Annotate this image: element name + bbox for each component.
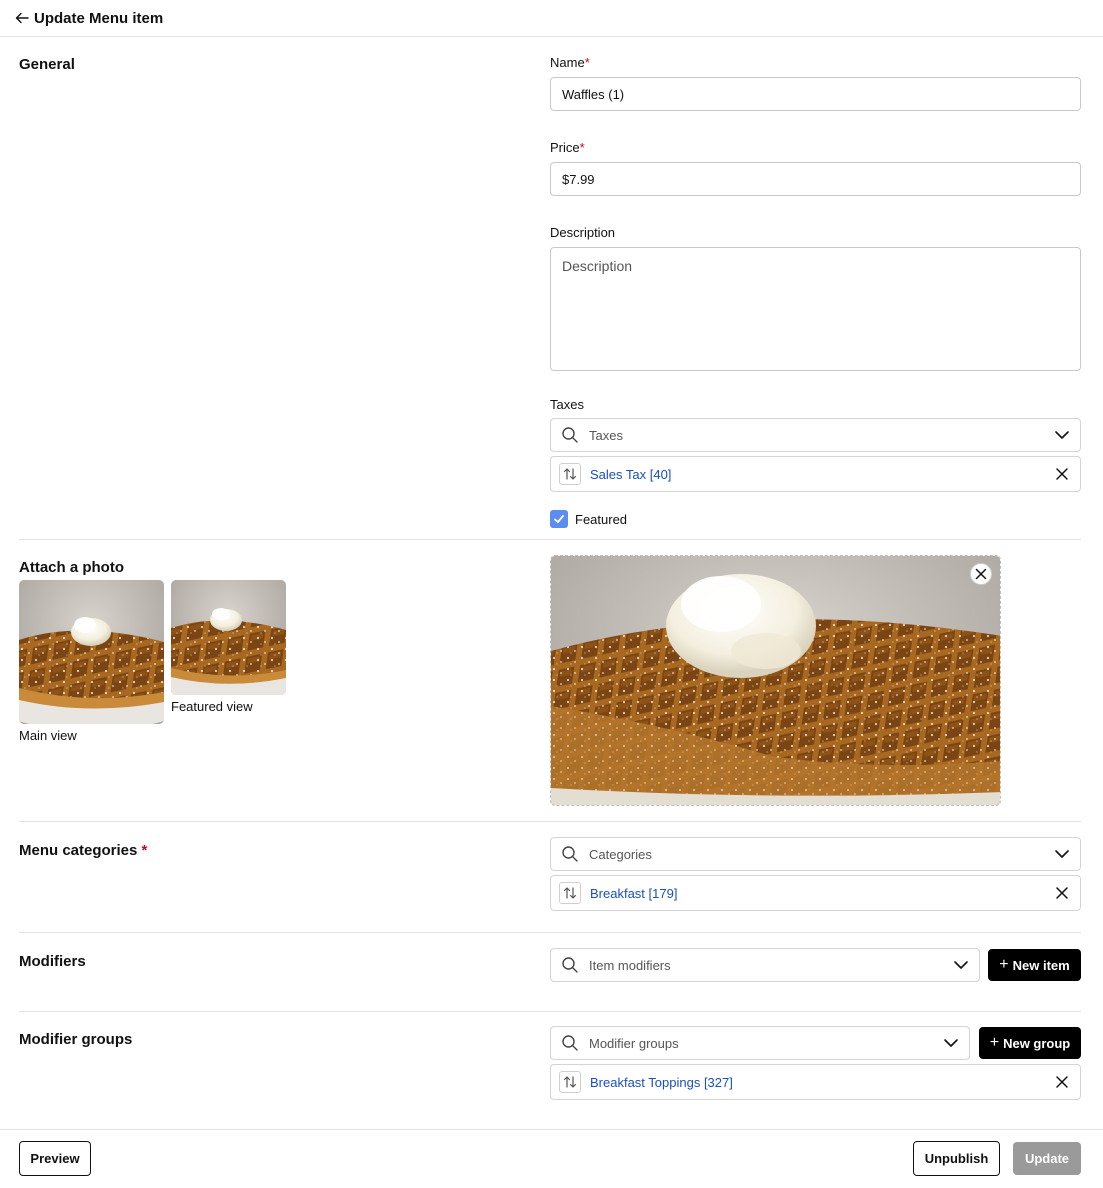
selected-modifier-group-label[interactable]: Breakfast Toppings [327] (590, 1075, 1055, 1090)
new-group-button[interactable]: + New group (979, 1027, 1081, 1059)
featured-view-caption: Featured view (171, 699, 253, 714)
section-divider (19, 1011, 1081, 1012)
remove-photo-button[interactable] (970, 563, 992, 585)
plus-icon: + (989, 1034, 1000, 1051)
selected-modifier-group-row: Breakfast Toppings [327] (550, 1064, 1081, 1100)
close-icon[interactable] (1055, 1075, 1069, 1089)
description-textarea[interactable] (550, 247, 1081, 371)
menu-categories-title: Menu categories * (19, 842, 148, 859)
selected-category-label[interactable]: Breakfast [179] (590, 886, 1055, 901)
featured-checkbox[interactable] (550, 510, 568, 528)
price-label: Price* (550, 140, 585, 155)
footer-divider (0, 1129, 1103, 1130)
featured-checkbox-control[interactable]: Featured (550, 510, 627, 528)
reorder-handle-icon[interactable] (559, 882, 581, 904)
new-item-label: New item (1012, 957, 1070, 973)
modifier-groups-select[interactable]: Modifier groups (550, 1026, 970, 1060)
taxes-label: Taxes (550, 397, 584, 412)
main-view-caption: Main view (19, 728, 77, 743)
preview-button[interactable]: Preview (19, 1141, 91, 1176)
selected-tax-row: Sales Tax [40] (550, 456, 1081, 492)
chevron-down-icon[interactable] (953, 957, 969, 973)
modifier-groups-placeholder: Modifier groups (589, 1035, 679, 1051)
item-modifiers-placeholder: Item modifiers (589, 957, 671, 973)
unpublish-button[interactable]: Unpublish (913, 1141, 1000, 1176)
categories-select[interactable]: Categories (550, 837, 1081, 871)
reorder-handle-icon[interactable] (559, 463, 581, 485)
check-icon (554, 515, 564, 523)
section-divider (19, 539, 1081, 540)
modifier-groups-title: Modifier groups (19, 1031, 133, 1048)
selected-tax-label[interactable]: Sales Tax [40] (590, 467, 1055, 482)
search-icon (561, 956, 579, 974)
section-divider (19, 932, 1081, 933)
chevron-down-icon[interactable] (1054, 846, 1070, 862)
chevron-down-icon[interactable] (1054, 427, 1070, 443)
taxes-select[interactable]: Taxes (550, 418, 1081, 452)
taxes-placeholder: Taxes (589, 427, 623, 443)
selected-category-row: Breakfast [179] (550, 875, 1081, 911)
arrow-left-icon[interactable] (14, 10, 30, 26)
price-input[interactable] (550, 162, 1081, 196)
description-label: Description (550, 225, 616, 240)
main-view-thumbnail[interactable] (19, 580, 164, 724)
update-button[interactable]: Update (1013, 1142, 1081, 1175)
close-icon (975, 568, 987, 580)
search-icon (561, 426, 579, 444)
close-icon[interactable] (1055, 886, 1069, 900)
new-item-button[interactable]: + New item (988, 949, 1081, 981)
name-input[interactable] (550, 77, 1081, 111)
section-divider (19, 821, 1081, 822)
search-icon (561, 1034, 579, 1052)
categories-placeholder: Categories (589, 846, 652, 862)
reorder-handle-icon[interactable] (559, 1071, 581, 1093)
featured-view-thumbnail[interactable] (171, 580, 286, 695)
featured-label: Featured (575, 511, 628, 527)
item-modifiers-select[interactable]: Item modifiers (550, 948, 980, 982)
photo-preview[interactable] (550, 555, 1001, 806)
name-label: Name* (550, 55, 590, 70)
search-icon (561, 845, 579, 863)
top-bar: Update Menu item (0, 0, 1103, 37)
page-title: Update Menu item (34, 9, 164, 27)
modifiers-title: Modifiers (19, 953, 86, 970)
new-group-label: New group (1003, 1035, 1071, 1051)
attach-photo-title: Attach a photo (19, 559, 124, 576)
plus-icon: + (999, 956, 1009, 973)
general-section-title: General (19, 56, 75, 73)
chevron-down-icon[interactable] (943, 1035, 959, 1051)
close-icon[interactable] (1055, 467, 1069, 481)
